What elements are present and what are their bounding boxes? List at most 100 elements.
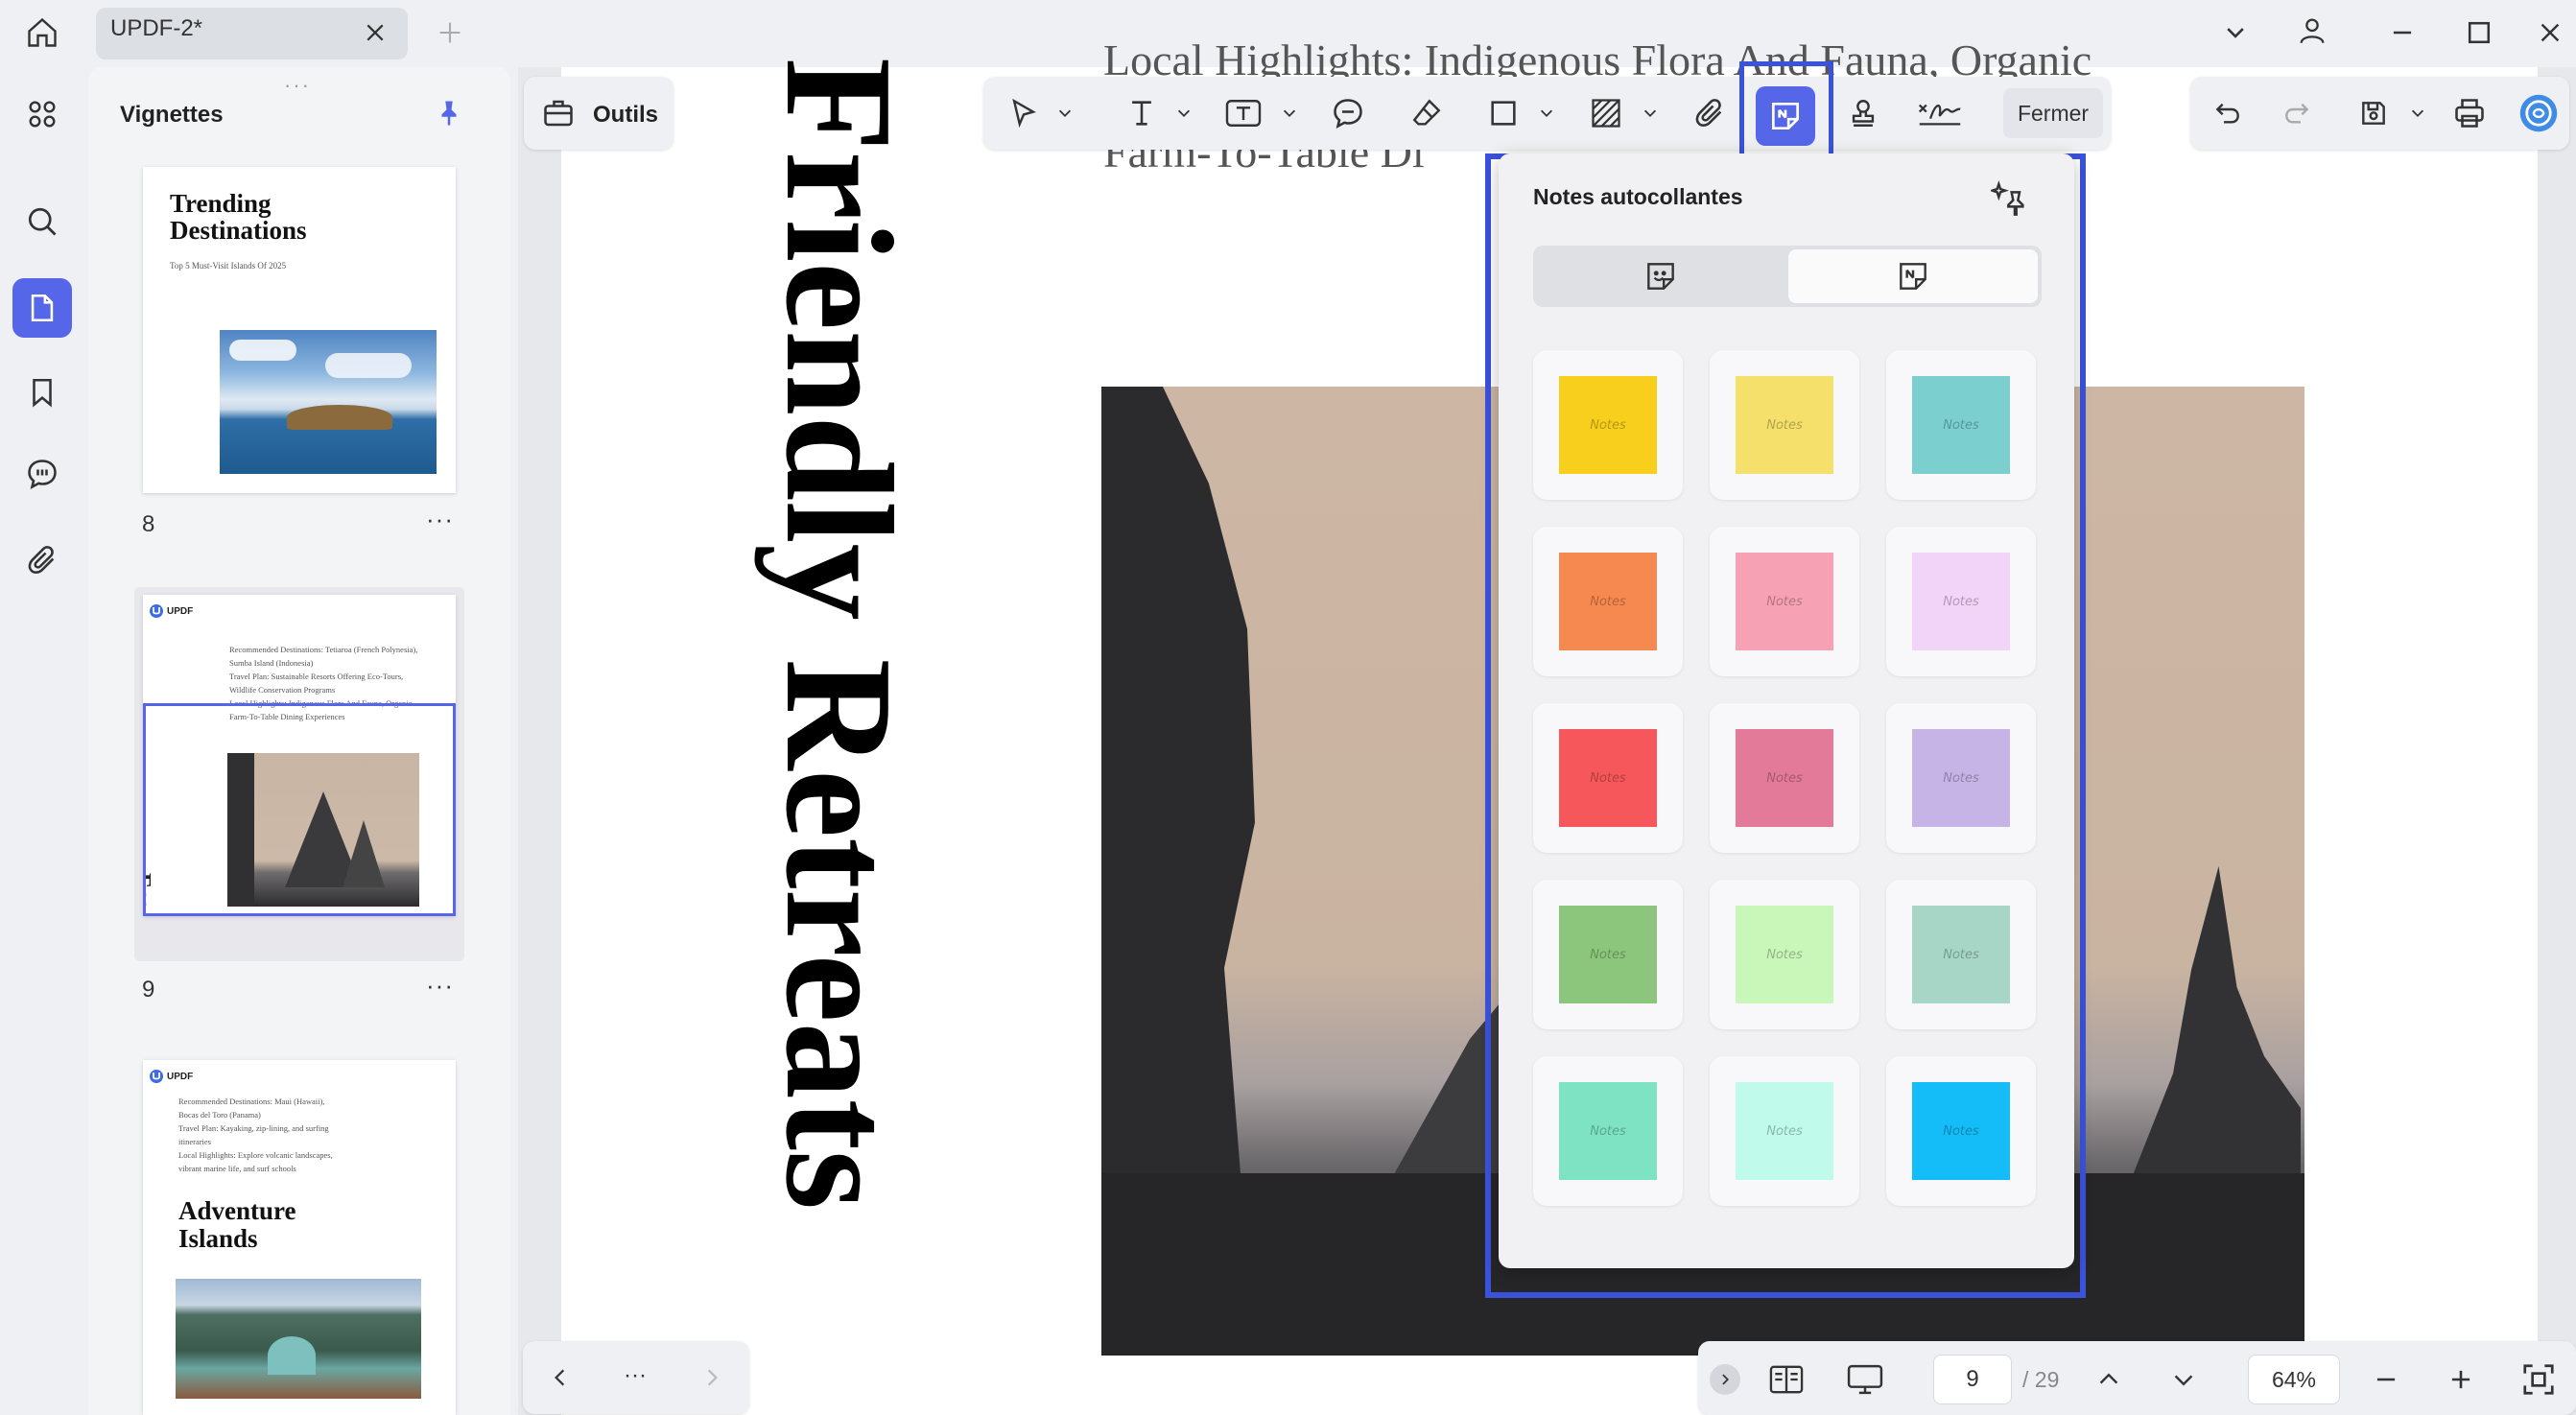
tools-button[interactable]: Outils: [524, 77, 674, 150]
sticky-note-swatch[interactable]: Notes: [1533, 880, 1683, 1029]
thumbnail-title: Trending Destinations: [170, 189, 307, 245]
thumbnail-panel-title: Vignettes: [120, 102, 224, 128]
next-icon[interactable]: [693, 1358, 731, 1397]
ai-assistant-icon[interactable]: [2516, 90, 2562, 136]
close-tab-icon[interactable]: [359, 16, 391, 49]
zoom-in-icon[interactable]: [2440, 1358, 2482, 1401]
more-options-icon[interactable]: ···: [426, 971, 454, 1001]
sticky-note-swatch[interactable]: Notes: [1710, 350, 1859, 500]
sticky-note-swatch[interactable]: Notes: [1710, 1056, 1859, 1206]
bookmark-icon[interactable]: [12, 363, 72, 422]
text-line: Bocas del Toro (Panama): [178, 1110, 261, 1120]
sticky-note-swatch[interactable]: Notes: [1886, 1056, 2036, 1206]
undo-icon[interactable]: [2207, 92, 2249, 134]
tools-label: Outils: [593, 102, 659, 128]
maximize-icon[interactable]: [2458, 12, 2500, 54]
sticky-note-swatch[interactable]: Notes: [1886, 703, 2036, 853]
sticky-note-swatch[interactable]: Notes: [1533, 1056, 1683, 1206]
thumbnails-icon[interactable]: [12, 278, 72, 338]
redo-icon[interactable]: [2276, 92, 2318, 134]
text-line: vibrant marine life, and surf schools: [178, 1164, 296, 1173]
chevron-down-icon[interactable]: [1278, 102, 1301, 125]
zoom-level-field[interactable]: 64%: [2248, 1355, 2340, 1404]
shape-tool-icon[interactable]: [1482, 92, 1524, 134]
more-options-icon[interactable]: ···: [426, 505, 454, 534]
organize-pages-icon[interactable]: [12, 84, 72, 144]
fit-page-icon[interactable]: [2516, 1356, 2562, 1403]
vertical-title-text: Friendly Retreats: [754, 58, 925, 1211]
sticky-note-swatch[interactable]: Notes: [1533, 703, 1683, 853]
text-tool-icon[interactable]: [1121, 92, 1163, 134]
sticky-note-swatch[interactable]: Notes: [1533, 350, 1683, 500]
emoji-sticker-tab[interactable]: [1537, 249, 1784, 303]
text-line: itineraries: [178, 1137, 211, 1146]
sticky-note-tool-button[interactable]: [1756, 86, 1815, 146]
account-icon[interactable]: [2291, 10, 2333, 52]
note-sticker-tab[interactable]: [1788, 249, 2038, 303]
thumbnail-page-8[interactable]: Trending Destinations Top 5 Must-Visit I…: [143, 167, 456, 493]
text-line: Recommended Destinations: Maui (Hawaii),: [178, 1097, 325, 1106]
sticky-panel-title: Notes autocollantes: [1533, 184, 1743, 209]
updf-logo: UPDF: [149, 601, 204, 622]
comment-tool-icon[interactable]: [1327, 92, 1369, 134]
page-layout-icon[interactable]: [1765, 1358, 1808, 1401]
stamp-tool-icon[interactable]: [1842, 92, 1884, 134]
signature-tool-icon[interactable]: [1914, 92, 1966, 134]
sticky-note-swatch[interactable]: Notes: [1886, 527, 2036, 676]
chevron-down-icon[interactable]: [1639, 102, 1662, 125]
chevron-down-icon[interactable]: [1172, 102, 1195, 125]
pin-to-toolbar-icon[interactable]: [1986, 175, 2034, 223]
thumbnail-page-number: 9: [142, 977, 155, 1002]
sticky-note-swatch[interactable]: Notes: [1533, 527, 1683, 676]
pin-icon[interactable]: [430, 94, 468, 132]
save-icon[interactable]: [2352, 92, 2395, 134]
area-highlight-tool-icon[interactable]: [1585, 92, 1627, 134]
chevron-down-icon[interactable]: [1053, 102, 1076, 125]
text-line: Sumba Island (Indonesia): [229, 658, 314, 668]
sticky-note-swatch[interactable]: Notes: [1886, 880, 2036, 1029]
thumbnail-page-10[interactable]: UPDF Recommended Destinations: Maui (Haw…: [143, 1060, 456, 1415]
previous-icon[interactable]: [541, 1358, 579, 1397]
home-icon[interactable]: [19, 10, 65, 56]
sticky-note-swatch[interactable]: Notes: [1886, 350, 2036, 500]
page-number-input[interactable]: 9: [1933, 1355, 2012, 1404]
document-tab-label: UPDF-2*: [110, 15, 203, 41]
attachment-icon[interactable]: [12, 531, 72, 590]
vertical-title: Friendly Retreats: [754, 58, 925, 1210]
thumbnail-text-block: Recommended Destinations: Maui (Hawaii),…: [178, 1095, 333, 1175]
zoom-out-icon[interactable]: [2365, 1358, 2407, 1401]
presentation-icon[interactable]: [1842, 1358, 1888, 1401]
comments-icon[interactable]: [12, 444, 72, 504]
expand-panel-icon[interactable]: [1710, 1364, 1740, 1395]
page-down-icon[interactable]: [2162, 1358, 2205, 1401]
chevron-down-icon[interactable]: [2406, 102, 2429, 125]
sticky-note-color: Notes: [1559, 553, 1657, 650]
text-line: Travel Plan: Sustainable Resorts Offerin…: [229, 672, 404, 681]
attach-file-tool-icon[interactable]: [1689, 92, 1731, 134]
close-toolbar-button[interactable]: Fermer: [2003, 88, 2103, 138]
sticky-note-color: Notes: [1912, 376, 2010, 474]
chevron-down-icon[interactable]: [1535, 102, 1558, 125]
close-window-icon[interactable]: [2529, 12, 2571, 54]
thumbnail-subtitle: Top 5 Must-Visit Islands Of 2025: [170, 261, 287, 271]
textbox-tool-icon[interactable]: [1220, 92, 1266, 134]
sticky-note-swatch[interactable]: Notes: [1710, 527, 1859, 676]
sticky-notes-panel: Notes autocollantes Notes Notes Notes Notes…: [1499, 153, 2074, 1268]
minimize-icon[interactable]: [2381, 12, 2423, 54]
panel-drag-handle[interactable]: ···: [284, 73, 311, 98]
total-pages: / 29: [2022, 1367, 2060, 1392]
more-icon[interactable]: ···: [624, 1362, 647, 1389]
close-toolbar-label: Fermer: [2017, 100, 2090, 126]
page-up-icon[interactable]: [2088, 1358, 2130, 1401]
sticky-note-swatch[interactable]: Notes: [1710, 703, 1859, 853]
search-icon[interactable]: [12, 192, 72, 251]
sticky-note-color: Notes: [1736, 906, 1833, 1003]
text-line: Recommended Destinations: Tetiaroa (Fren…: [229, 645, 418, 654]
sticky-note-swatch[interactable]: Notes: [1710, 880, 1859, 1029]
new-tab-icon[interactable]: [434, 16, 466, 49]
select-tool-icon[interactable]: [1003, 92, 1045, 134]
island-photo: [220, 330, 437, 474]
eraser-tool-icon[interactable]: [1406, 92, 1448, 134]
chevron-down-icon[interactable]: [2216, 13, 2255, 52]
print-icon[interactable]: [2448, 92, 2491, 134]
